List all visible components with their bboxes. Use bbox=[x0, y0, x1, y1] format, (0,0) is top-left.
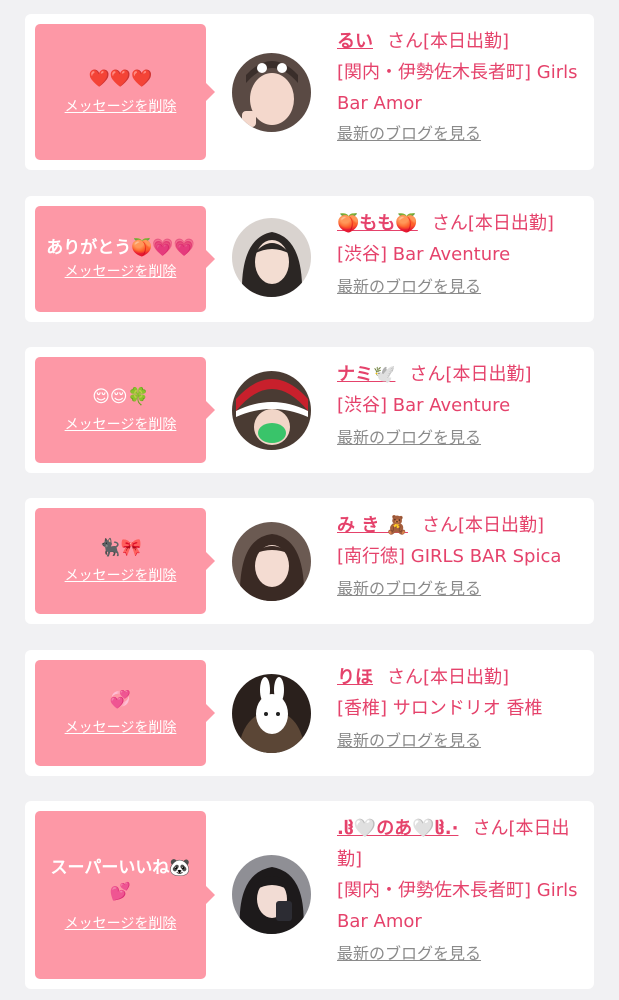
cast-name-link[interactable]: るい bbox=[337, 31, 373, 52]
message-text: 🐈‍⬛🎀 bbox=[99, 538, 142, 558]
cast-info: み き 🧸 さん[本日出勤] [南行徳] GIRLS BAR Spica 最新のブ… bbox=[337, 510, 587, 600]
shop-name: [関内・伊勢佐木長者町] Girls Bar Amor bbox=[337, 62, 578, 114]
latest-blog-link[interactable]: 最新のブログを見る bbox=[337, 730, 481, 752]
latest-blog-link[interactable]: 最新のブログを見る bbox=[337, 427, 481, 449]
cast-name-link[interactable]: .ჱ̒🤍のあ🤍ჱ̒.· bbox=[337, 818, 458, 839]
message-card: 💞 メッセージを削除 りほ さん[本日出勤] [香椎] サロンドリオ 香椎 最新の… bbox=[25, 650, 594, 776]
latest-blog-link[interactable]: 最新のブログを見る bbox=[337, 276, 481, 298]
honorific: さん bbox=[387, 31, 423, 52]
message-text: ありがとう🍑💗💗 bbox=[46, 238, 195, 258]
shop-name: [南行徳] GIRLS BAR Spica bbox=[337, 546, 562, 567]
avatar[interactable] bbox=[232, 674, 311, 753]
avatar[interactable] bbox=[232, 218, 311, 297]
message-bubble: 😌😌🍀 メッセージを削除 bbox=[35, 357, 215, 463]
message-text: スーパーいいね🐼💕 bbox=[50, 858, 191, 902]
shop-name: [渋谷] Bar Aventure bbox=[337, 244, 511, 265]
honorific: さん bbox=[431, 213, 468, 234]
message-bubble: ❤️❤️❤️ メッセージを削除 bbox=[35, 24, 215, 160]
cast-name-link[interactable]: ナミ🕊️ bbox=[337, 364, 395, 385]
shop-name: [香椎] サロンドリオ 香椎 bbox=[337, 698, 543, 719]
message-text: 😌😌🍀 bbox=[92, 387, 149, 407]
message-text: 💞 bbox=[109, 690, 132, 710]
delete-message-link[interactable]: メッセージを削除 bbox=[65, 415, 177, 435]
message-card: 😌😌🍀 メッセージを削除 ナミ🕊️ さん[本日出勤] [渋谷] Bar Avent… bbox=[25, 347, 594, 473]
delete-message-link[interactable]: メッセージを削除 bbox=[65, 566, 177, 586]
cast-name-link[interactable]: 🍑もも🍑 bbox=[337, 213, 418, 234]
message-card: スーパーいいね🐼💕 メッセージを削除 .ჱ̒🤍のあ🤍ჱ̒.· さん[本日出勤] [… bbox=[25, 801, 594, 989]
message-card: 🐈‍⬛🎀 メッセージを削除 み き 🧸 さん[本日出勤] [南行徳] GIRLS … bbox=[25, 498, 594, 624]
message-card: ❤️❤️❤️ メッセージを削除 るい さん[本日出勤] [関内・伊勢佐木長者町] … bbox=[25, 14, 594, 170]
work-status: [本日出勤] bbox=[457, 515, 544, 536]
work-status: [本日出勤] bbox=[423, 667, 510, 688]
cast-name-link[interactable]: りほ bbox=[337, 667, 373, 688]
honorific: さん bbox=[387, 667, 423, 688]
work-status: [本日出勤] bbox=[467, 213, 554, 234]
message-bubble: 🐈‍⬛🎀 メッセージを削除 bbox=[35, 508, 215, 614]
message-text: ❤️❤️❤️ bbox=[88, 69, 153, 89]
message-bubble: スーパーいいね🐼💕 メッセージを削除 bbox=[35, 811, 215, 979]
cast-info: るい さん[本日出勤] [関内・伊勢佐木長者町] Girls Bar Amor 最… bbox=[337, 26, 587, 145]
work-status: [本日出勤] bbox=[445, 364, 532, 385]
message-card: ありがとう🍑💗💗 メッセージを削除 🍑もも🍑 さん[本日出勤] [渋谷] Bar … bbox=[25, 196, 594, 322]
honorific: さん bbox=[472, 818, 509, 839]
honorific: さん bbox=[409, 364, 446, 385]
delete-message-link[interactable]: メッセージを削除 bbox=[65, 97, 177, 117]
latest-blog-link[interactable]: 最新のブログを見る bbox=[337, 578, 481, 600]
message-list: ❤️❤️❤️ メッセージを削除 るい さん[本日出勤] [関内・伊勢佐木長者町] … bbox=[0, 0, 619, 1000]
avatar[interactable] bbox=[232, 53, 311, 132]
latest-blog-link[interactable]: 最新のブログを見る bbox=[337, 123, 481, 145]
cast-info: .ჱ̒🤍のあ🤍ჱ̒.· さん[本日出勤] [関内・伊勢佐木長者町] Girls B… bbox=[337, 813, 587, 965]
avatar[interactable] bbox=[232, 522, 311, 601]
cast-name-link[interactable]: み き 🧸 bbox=[337, 515, 408, 536]
cast-info: 🍑もも🍑 さん[本日出勤] [渋谷] Bar Aventure 最新のブログを見る bbox=[337, 208, 587, 298]
delete-message-link[interactable]: メッセージを削除 bbox=[65, 914, 177, 934]
latest-blog-link[interactable]: 最新のブログを見る bbox=[337, 943, 481, 965]
delete-message-link[interactable]: メッセージを削除 bbox=[65, 718, 177, 738]
avatar[interactable] bbox=[232, 371, 311, 450]
shop-name: [関内・伊勢佐木長者町] Girls Bar Amor bbox=[337, 880, 578, 932]
work-status: [本日出勤] bbox=[423, 31, 510, 52]
honorific: さん bbox=[421, 515, 458, 536]
cast-info: ナミ🕊️ さん[本日出勤] [渋谷] Bar Aventure 最新のブログを見る bbox=[337, 359, 587, 449]
cast-info: りほ さん[本日出勤] [香椎] サロンドリオ 香椎 最新のブログを見る bbox=[337, 662, 587, 752]
shop-name: [渋谷] Bar Aventure bbox=[337, 395, 511, 416]
message-bubble: 💞 メッセージを削除 bbox=[35, 660, 215, 766]
delete-message-link[interactable]: メッセージを削除 bbox=[65, 262, 177, 282]
avatar[interactable] bbox=[232, 855, 311, 934]
message-bubble: ありがとう🍑💗💗 メッセージを削除 bbox=[35, 206, 215, 312]
